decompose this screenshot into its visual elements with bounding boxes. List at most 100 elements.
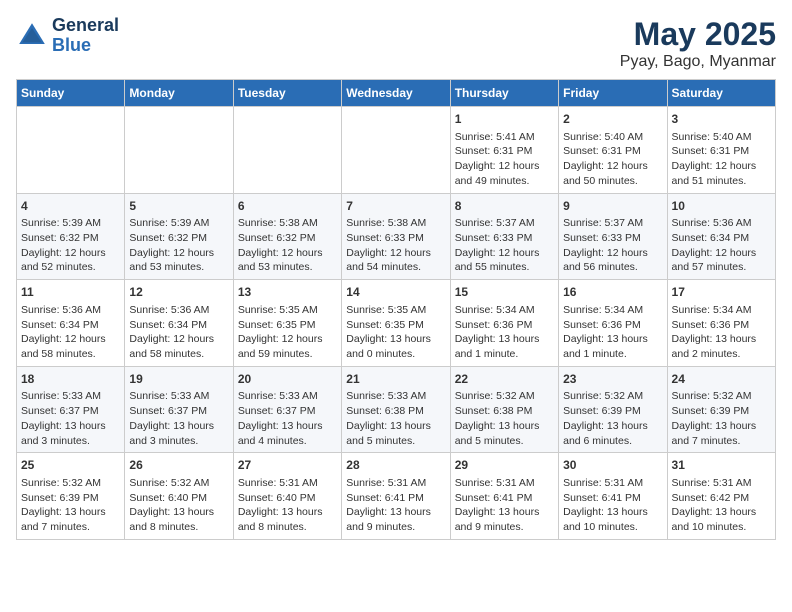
day-header-wednesday: Wednesday: [342, 80, 450, 107]
day-info: Daylight: 13 hours: [563, 332, 662, 347]
calendar-cell: [125, 107, 233, 194]
day-number: 19: [129, 371, 228, 388]
day-number: 5: [129, 198, 228, 215]
day-info: Daylight: 12 hours: [455, 159, 554, 174]
calendar-cell: 7Sunrise: 5:38 AMSunset: 6:33 PMDaylight…: [342, 193, 450, 280]
calendar-cell: [342, 107, 450, 194]
page-header: General Blue May 2025 Pyay, Bago, Myanma…: [16, 16, 776, 71]
day-info: Sunrise: 5:34 AM: [455, 303, 554, 318]
day-number: 30: [563, 457, 662, 474]
day-info: and 7 minutes.: [21, 520, 120, 535]
calendar-cell: 6Sunrise: 5:38 AMSunset: 6:32 PMDaylight…: [233, 193, 341, 280]
calendar-cell: 3Sunrise: 5:40 AMSunset: 6:31 PMDaylight…: [667, 107, 775, 194]
calendar-cell: 10Sunrise: 5:36 AMSunset: 6:34 PMDayligh…: [667, 193, 775, 280]
day-info: Daylight: 12 hours: [129, 246, 228, 261]
day-info: Sunrise: 5:31 AM: [563, 476, 662, 491]
day-info: Sunrise: 5:37 AM: [563, 216, 662, 231]
day-info: and 56 minutes.: [563, 260, 662, 275]
calendar-cell: 27 Sunrise: 5:31 AMSunset: 6:40 PMDayligh…: [233, 453, 341, 540]
day-info: Sunset: 6:37 PM: [21, 404, 120, 419]
calendar-cell: 18Sunrise: 5:33 AMSunset: 6:37 PMDayligh…: [17, 366, 125, 453]
calendar-cell: 29Sunrise: 5:31 AMSunset: 6:41 PMDayligh…: [450, 453, 558, 540]
day-header-saturday: Saturday: [667, 80, 775, 107]
calendar-cell: 21Sunrise: 5:33 AMSunset: 6:38 PMDayligh…: [342, 366, 450, 453]
day-info: Daylight: 12 hours: [672, 246, 771, 261]
calendar-cell: 24Sunrise: 5:32 AMSunset: 6:39 PMDayligh…: [667, 366, 775, 453]
day-info: Daylight: 12 hours: [21, 246, 120, 261]
day-info: Sunset: 6:40 PM: [238, 491, 337, 506]
day-info: Daylight: 12 hours: [346, 246, 445, 261]
calendar-cell: 17Sunrise: 5:34 AMSunset: 6:36 PMDayligh…: [667, 280, 775, 367]
page-title: May 2025: [620, 16, 776, 53]
day-info: and 4 minutes.: [238, 434, 337, 449]
day-info: Sunrise: 5:35 AM: [238, 303, 337, 318]
calendar-cell: 19Sunrise: 5:33 AMSunset: 6:37 PMDayligh…: [125, 366, 233, 453]
day-info: Sunset: 6:36 PM: [455, 318, 554, 333]
calendar-cell: 25Sunrise: 5:32 AMSunset: 6:39 PMDayligh…: [17, 453, 125, 540]
day-info: Daylight: 13 hours: [346, 419, 445, 434]
day-number: 6: [238, 198, 337, 215]
day-info: Sunset: 6:40 PM: [129, 491, 228, 506]
day-info: Sunset: 6:41 PM: [346, 491, 445, 506]
day-number: 11: [21, 284, 120, 301]
day-info: and 7 minutes.: [672, 434, 771, 449]
day-info: Sunrise: 5:32 AM: [129, 476, 228, 491]
day-number: 28: [346, 457, 445, 474]
day-info: Daylight: 12 hours: [238, 332, 337, 347]
day-info: and 58 minutes.: [129, 347, 228, 362]
day-number: 15: [455, 284, 554, 301]
day-number: 27: [238, 457, 337, 474]
day-info: Sunrise: 5:39 AM: [21, 216, 120, 231]
calendar-cell: 30Sunrise: 5:31 AMSunset: 6:41 PMDayligh…: [559, 453, 667, 540]
calendar-cell: 28Sunrise: 5:31 AMSunset: 6:41 PMDayligh…: [342, 453, 450, 540]
day-info: Daylight: 13 hours: [129, 419, 228, 434]
day-info: and 8 minutes.: [238, 520, 337, 535]
day-number: 16: [563, 284, 662, 301]
day-number: 25: [21, 457, 120, 474]
day-number: 26: [129, 457, 228, 474]
calendar-week-5: 25Sunrise: 5:32 AMSunset: 6:39 PMDayligh…: [17, 453, 776, 540]
calendar-cell: 12Sunrise: 5:36 AMSunset: 6:34 PMDayligh…: [125, 280, 233, 367]
day-info: Daylight: 12 hours: [563, 159, 662, 174]
day-info: Daylight: 13 hours: [563, 505, 662, 520]
day-info: Sunrise: 5:34 AM: [672, 303, 771, 318]
day-info: and 5 minutes.: [346, 434, 445, 449]
calendar-cell: 11Sunrise: 5:36 AMSunset: 6:34 PMDayligh…: [17, 280, 125, 367]
day-header-sunday: Sunday: [17, 80, 125, 107]
day-number: 22: [455, 371, 554, 388]
day-number: 13: [238, 284, 337, 301]
day-number: 31: [672, 457, 771, 474]
day-info: and 55 minutes.: [455, 260, 554, 275]
day-info: Sunrise: 5:31 AM: [346, 476, 445, 491]
day-info: Sunrise: 5:34 AM: [563, 303, 662, 318]
calendar-cell: [233, 107, 341, 194]
day-number: 23: [563, 371, 662, 388]
day-info: Sunrise: 5:38 AM: [238, 216, 337, 231]
day-info: Daylight: 13 hours: [346, 332, 445, 347]
day-info: Sunset: 6:37 PM: [129, 404, 228, 419]
day-info: Sunrise: 5:31 AM: [238, 476, 337, 491]
day-info: and 6 minutes.: [563, 434, 662, 449]
day-info: Sunrise: 5:38 AM: [346, 216, 445, 231]
day-info: and 9 minutes.: [346, 520, 445, 535]
day-info: Sunset: 6:33 PM: [346, 231, 445, 246]
day-info: and 3 minutes.: [129, 434, 228, 449]
day-info: Daylight: 13 hours: [238, 505, 337, 520]
day-info: and 49 minutes.: [455, 174, 554, 189]
day-info: and 54 minutes.: [346, 260, 445, 275]
logo-general: General: [52, 16, 119, 36]
day-info: Sunset: 6:41 PM: [455, 491, 554, 506]
calendar-cell: 8Sunrise: 5:37 AMSunset: 6:33 PMDaylight…: [450, 193, 558, 280]
day-info: and 52 minutes.: [21, 260, 120, 275]
page-subtitle: Pyay, Bago, Myanmar: [620, 53, 776, 71]
day-info: Sunset: 6:34 PM: [21, 318, 120, 333]
day-info: Sunset: 6:32 PM: [238, 231, 337, 246]
calendar-cell: 22Sunrise: 5:32 AMSunset: 6:38 PMDayligh…: [450, 366, 558, 453]
day-info: and 58 minutes.: [21, 347, 120, 362]
day-info: Daylight: 12 hours: [455, 246, 554, 261]
day-info: Sunset: 6:33 PM: [563, 231, 662, 246]
day-number: 3: [672, 111, 771, 128]
day-info: Sunset: 6:42 PM: [672, 491, 771, 506]
calendar-week-1: 1Sunrise: 5:41 AMSunset: 6:31 PMDaylight…: [17, 107, 776, 194]
day-number: 18: [21, 371, 120, 388]
